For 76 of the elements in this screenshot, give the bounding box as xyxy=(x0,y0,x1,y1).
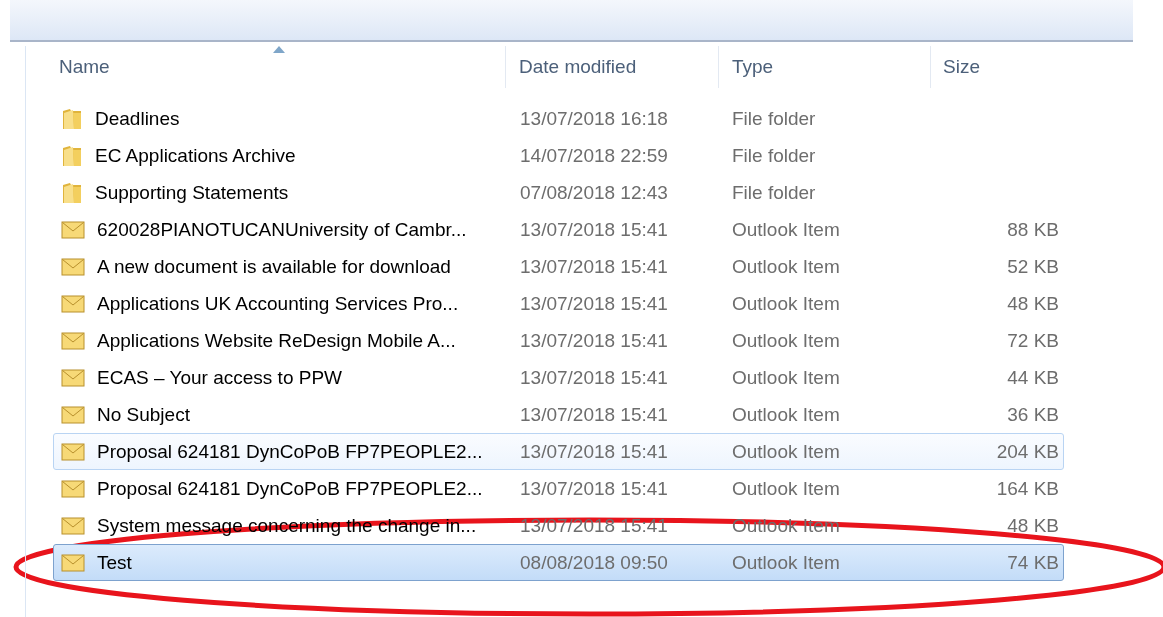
file-type: File folder xyxy=(731,181,817,204)
envelope-icon xyxy=(61,516,85,535)
date-modified: 13/07/2018 15:41 xyxy=(519,403,669,426)
date-modified: 14/07/2018 22:59 xyxy=(519,144,669,167)
file-size: 72 KB xyxy=(1006,329,1060,352)
date-modified: 13/07/2018 16:18 xyxy=(519,107,669,130)
envelope-icon xyxy=(61,220,85,239)
file-name: No Subject xyxy=(97,403,190,426)
date-modified: 13/07/2018 15:41 xyxy=(519,292,669,315)
file-name: A new document is available for download xyxy=(97,255,451,278)
file-size: 52 KB xyxy=(1006,255,1060,278)
file-type: Outlook Item xyxy=(731,292,841,315)
folder-icon xyxy=(61,143,83,168)
file-size: 48 KB xyxy=(1006,292,1060,315)
envelope-icon xyxy=(61,442,85,461)
file-row[interactable]: Test 08/08/2018 09:50 Outlook Item 74 KB xyxy=(53,544,1064,581)
file-size: 164 KB xyxy=(995,477,1060,500)
file-row[interactable]: Proposal 624181 DynCoPoB FP7PEOPLE2... 13/07/2018 15:41 Outlook Item 164 KB xyxy=(53,470,1064,507)
date-modified: 13/07/2018 15:41 xyxy=(519,255,669,278)
file-name: Proposal 624181 DynCoPoB FP7PEOPLE2... xyxy=(97,440,483,463)
file-row[interactable]: Supporting Statements 07/08/2018 12:43 File folder xyxy=(53,174,1064,211)
file-row[interactable]: No Subject 13/07/2018 15:41 Outlook Item 36 KB xyxy=(53,396,1064,433)
file-row[interactable]: Applications UK Accounting Services Pro... 13/07/2018 15:41 Outlook Item 48 KB xyxy=(53,285,1064,322)
envelope-icon xyxy=(61,257,85,276)
folder-icon xyxy=(61,180,83,205)
file-size: 74 KB xyxy=(1006,551,1060,574)
column-header[interactable]: Size xyxy=(931,46,1064,88)
date-modified: 07/08/2018 12:43 xyxy=(519,181,669,204)
file-name: 620028PIANOTUCANUniversity of Cambr... xyxy=(97,218,467,241)
file-type: Outlook Item xyxy=(731,255,841,278)
file-size: 204 KB xyxy=(995,440,1060,463)
date-modified: 13/07/2018 15:41 xyxy=(519,329,669,352)
envelope-icon xyxy=(61,294,85,313)
file-type: Outlook Item xyxy=(731,403,841,426)
file-row[interactable]: Applications Website ReDesign Mobile A... 13/07/2018 15:41 Outlook Item 72 KB xyxy=(53,322,1064,359)
date-modified: 08/08/2018 09:50 xyxy=(519,551,669,574)
file-row[interactable]: ECAS – Your access to PPW 13/07/2018 15:41 Outlook Item 44 KB xyxy=(53,359,1064,396)
file-type: File folder xyxy=(731,107,817,130)
file-row[interactable]: Proposal 624181 DynCoPoB FP7PEOPLE2... 13/07/2018 15:41 Outlook Item 204 KB xyxy=(53,433,1064,470)
column-header[interactable]: Type xyxy=(719,46,931,88)
file-type: Outlook Item xyxy=(731,366,841,389)
date-modified: 13/07/2018 15:41 xyxy=(519,218,669,241)
file-row[interactable]: 620028PIANOTUCANUniversity of Cambr... 13/07/2018 15:41 Outlook Item 88 KB xyxy=(53,211,1064,248)
date-modified: 13/07/2018 15:41 xyxy=(519,477,669,500)
date-modified: 13/07/2018 15:41 xyxy=(519,440,669,463)
file-type: Outlook Item xyxy=(731,329,841,352)
file-type: File folder xyxy=(731,144,817,167)
date-modified: 13/07/2018 15:41 xyxy=(519,366,669,389)
file-size: 48 KB xyxy=(1006,514,1060,537)
file-name: Proposal 624181 DynCoPoB FP7PEOPLE2... xyxy=(97,477,483,500)
file-type: Outlook Item xyxy=(731,551,841,574)
file-name: Applications UK Accounting Services Pro... xyxy=(97,292,459,315)
file-row[interactable]: EC Applications Archive 14/07/2018 22:59 File folder xyxy=(53,137,1064,174)
sort-arrow-icon xyxy=(273,46,285,53)
column-header[interactable]: Date modified xyxy=(506,46,719,88)
folder-icon xyxy=(61,106,83,131)
envelope-icon xyxy=(61,405,85,424)
file-type: Outlook Item xyxy=(731,440,841,463)
file-name: Supporting Statements xyxy=(95,181,289,204)
file-size: 88 KB xyxy=(1006,218,1060,241)
envelope-icon xyxy=(61,479,85,498)
file-name: EC Applications Archive xyxy=(95,144,296,167)
file-size: 36 KB xyxy=(1006,403,1060,426)
envelope-icon xyxy=(61,553,85,572)
envelope-icon xyxy=(61,331,85,350)
envelope-icon xyxy=(61,368,85,387)
column-header[interactable]: Name xyxy=(53,46,506,88)
file-name: Deadlines xyxy=(95,107,180,130)
file-name: Applications Website ReDesign Mobile A... xyxy=(97,329,456,352)
file-type: Outlook Item xyxy=(731,477,841,500)
file-size: 44 KB xyxy=(1006,366,1060,389)
file-row[interactable]: Deadlines 13/07/2018 16:18 File folder xyxy=(53,100,1064,137)
file-type: Outlook Item xyxy=(731,218,841,241)
file-row[interactable]: A new document is available for download 13/07/2018 15:41 Outlook Item 52 KB xyxy=(53,248,1064,285)
file-name: ECAS – Your access to PPW xyxy=(97,366,342,389)
file-name: Test xyxy=(97,551,132,574)
